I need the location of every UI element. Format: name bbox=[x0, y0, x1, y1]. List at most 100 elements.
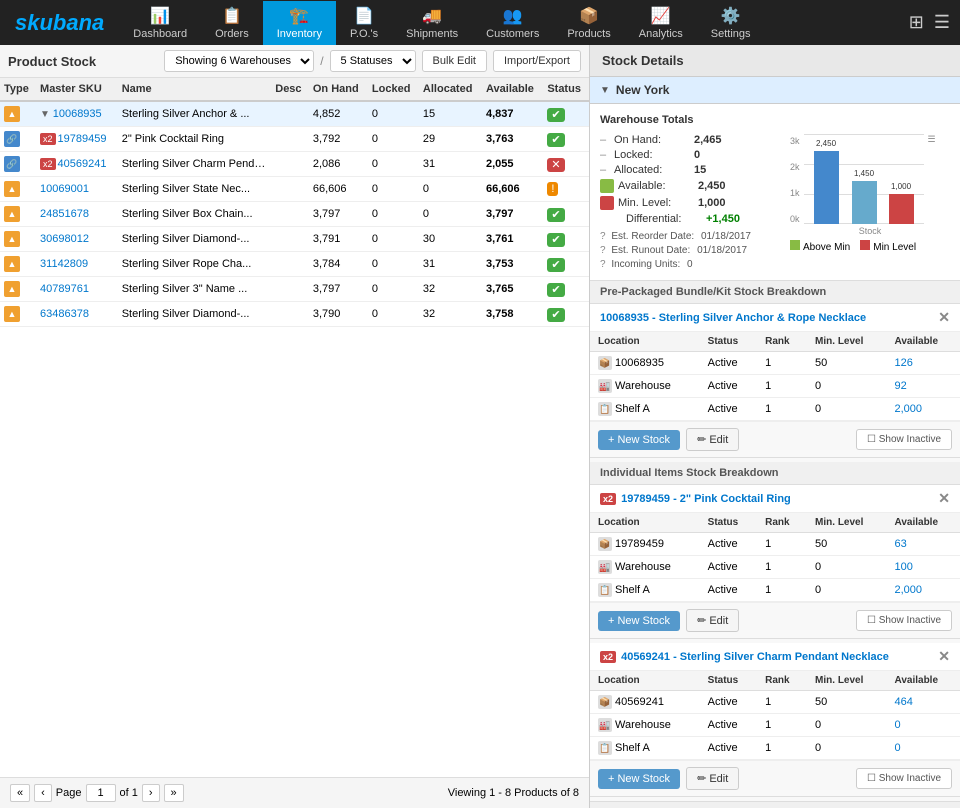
cell-allocated: 32 bbox=[419, 277, 482, 302]
available-link[interactable]: 2,000 bbox=[894, 584, 922, 596]
breakdown-row[interactable]: 📋 Shelf A Active 1 0 2,000 bbox=[590, 398, 960, 421]
breakdown-1-title: Pre-Packaged Bundle/Kit Stock Breakdown bbox=[590, 281, 960, 304]
sku-link[interactable]: 40569241 bbox=[58, 158, 107, 170]
type-icon: 🔗 bbox=[4, 156, 20, 172]
available-link[interactable]: 464 bbox=[894, 696, 912, 708]
nav-customers[interactable]: 👥 Customers bbox=[472, 1, 553, 45]
breakdown-2-table: Location Status Rank Min. Level Availabl… bbox=[590, 513, 960, 602]
legend-above-min: Above Min bbox=[790, 240, 850, 253]
b1-col-minlevel: Min. Level bbox=[807, 332, 886, 352]
breakdown-1-close[interactable]: ✕ bbox=[938, 309, 950, 326]
sku-link[interactable]: 24851678 bbox=[40, 208, 89, 220]
cell-status: ✔ bbox=[543, 127, 589, 152]
sku-link[interactable]: 31142809 bbox=[40, 258, 88, 270]
type-icon: ▲ bbox=[4, 106, 20, 122]
nav-orders[interactable]: 📋 Orders bbox=[201, 1, 263, 45]
available-link[interactable]: 63 bbox=[894, 538, 906, 550]
bulk-edit-button[interactable]: Bulk Edit bbox=[422, 50, 487, 72]
b2-edit-button[interactable]: ✏ Edit bbox=[686, 609, 739, 632]
settings-icon: ⚙️ bbox=[721, 6, 741, 26]
cell-type: ▲ bbox=[0, 101, 36, 127]
page-first[interactable]: « bbox=[10, 784, 30, 802]
bd-cell-available: 126 bbox=[886, 352, 960, 375]
available-link[interactable]: 2,000 bbox=[894, 403, 922, 415]
sku-link[interactable]: 40789761 bbox=[40, 283, 89, 295]
collapsible-header[interactable]: ▶ 3PL bbox=[590, 802, 960, 808]
table-row[interactable]: ▲ 10069001 Sterling Silver State Nec... … bbox=[0, 177, 589, 202]
breakdown-row[interactable]: 📦 40569241 Active 1 50 464 bbox=[590, 691, 960, 714]
grid-icon[interactable]: ⊞ bbox=[909, 12, 924, 33]
cell-type: ▲ bbox=[0, 252, 36, 277]
warehouse-select[interactable]: Showing 6 Warehouses bbox=[164, 50, 314, 72]
bd-cell-available: 92 bbox=[886, 375, 960, 398]
new-york-header[interactable]: ▼ New York bbox=[590, 77, 960, 104]
available-link[interactable]: 92 bbox=[894, 380, 906, 392]
table-row[interactable]: ▲ 30698012 Sterling Silver Diamond-... 3… bbox=[0, 227, 589, 252]
bd-cell-rank: 1 bbox=[757, 398, 807, 421]
cell-type: ▲ bbox=[0, 277, 36, 302]
page-input[interactable] bbox=[86, 784, 116, 802]
available-link[interactable]: 100 bbox=[894, 561, 912, 573]
sku-link[interactable]: 63486378 bbox=[40, 308, 89, 320]
chart-menu-icon[interactable]: ☰ bbox=[928, 134, 936, 145]
available-link[interactable]: 0 bbox=[894, 719, 900, 731]
stat-available: Available: 2,450 bbox=[600, 179, 780, 193]
menu-icon[interactable]: ☰ bbox=[934, 12, 950, 33]
col-status: Status bbox=[543, 78, 589, 101]
available-link[interactable]: 0 bbox=[894, 742, 900, 754]
cell-sku: 30698012 bbox=[36, 227, 118, 252]
sku-link[interactable]: 30698012 bbox=[40, 233, 89, 245]
sku-link[interactable]: 19789459 bbox=[58, 133, 107, 145]
nav-products[interactable]: 📦 Products bbox=[553, 1, 624, 45]
breakdown-row[interactable]: 📋 Shelf A Active 1 0 0 bbox=[590, 737, 960, 760]
expand-arrow[interactable]: ▼ bbox=[40, 109, 53, 120]
table-row[interactable]: ▲ ▼ 10068935 Sterling Silver Anchor & ..… bbox=[0, 101, 589, 127]
nav-analytics[interactable]: 📈 Analytics bbox=[625, 1, 697, 45]
b2-new-stock-button[interactable]: + New Stock bbox=[598, 611, 680, 631]
table-row[interactable]: ▲ 63486378 Sterling Silver Diamond-... 3… bbox=[0, 302, 589, 327]
b3-edit-button[interactable]: ✏ Edit bbox=[686, 767, 739, 790]
page-last[interactable]: » bbox=[164, 784, 184, 802]
nav-inventory[interactable]: 🏗️ Inventory bbox=[263, 1, 336, 45]
cell-desc bbox=[271, 202, 309, 227]
page-prev[interactable]: ‹ bbox=[34, 784, 52, 802]
b3-show-inactive-button[interactable]: ☐ Show Inactive bbox=[856, 768, 952, 789]
breakdown-3-close[interactable]: ✕ bbox=[938, 648, 950, 665]
sku-link[interactable]: 10068935 bbox=[53, 108, 102, 120]
nav-pos[interactable]: 📄 P.O.'s bbox=[336, 1, 392, 45]
status-select[interactable]: 5 Statuses bbox=[330, 50, 416, 72]
table-row[interactable]: ▲ 31142809 Sterling Silver Rope Cha... 3… bbox=[0, 252, 589, 277]
b1-new-stock-button[interactable]: + New Stock bbox=[598, 430, 680, 450]
page-next[interactable]: › bbox=[142, 784, 160, 802]
b1-show-inactive-button[interactable]: ☐ Show Inactive bbox=[856, 429, 952, 450]
breakdown-section-2: Individual Items Stock Breakdown x2 1978… bbox=[590, 462, 960, 639]
cell-status: ! bbox=[543, 177, 589, 202]
location-icon: 🏭 bbox=[598, 560, 612, 574]
col-allocated: Allocated bbox=[419, 78, 482, 101]
breakdown-row[interactable]: 📦 10068935 Active 1 50 126 bbox=[590, 352, 960, 375]
breakdown-2-close[interactable]: ✕ bbox=[938, 490, 950, 507]
nav-settings[interactable]: ⚙️ Settings bbox=[697, 1, 765, 45]
app-logo[interactable]: skubana bbox=[0, 10, 119, 36]
sku-link[interactable]: 10069001 bbox=[40, 183, 89, 195]
bd-cell-rank: 1 bbox=[757, 691, 807, 714]
table-row[interactable]: ▲ 24851678 Sterling Silver Box Chain... … bbox=[0, 202, 589, 227]
table-row[interactable]: 🔗 x240569241 Sterling Silver Charm Penda… bbox=[0, 152, 589, 177]
available-link[interactable]: 126 bbox=[894, 357, 912, 369]
table-row[interactable]: 🔗 x219789459 2" Pink Cocktail Ring 3,792… bbox=[0, 127, 589, 152]
breakdown-row[interactable]: 🏭 Warehouse Active 1 0 92 bbox=[590, 375, 960, 398]
import-export-button[interactable]: Import/Export bbox=[493, 50, 581, 72]
breakdown-row[interactable]: 📋 Shelf A Active 1 0 2,000 bbox=[590, 579, 960, 602]
nav-shipments[interactable]: 🚚 Shipments bbox=[392, 1, 472, 45]
nav-dashboard[interactable]: 📊 Dashboard bbox=[119, 1, 201, 45]
b1-edit-button[interactable]: ✏ Edit bbox=[686, 428, 739, 451]
bd-cell-rank: 1 bbox=[757, 556, 807, 579]
breakdown-3-subtitle: x2 40569241 - Sterling Silver Charm Pend… bbox=[590, 643, 960, 671]
breakdown-row[interactable]: 📦 19789459 Active 1 50 63 bbox=[590, 533, 960, 556]
breakdown-row[interactable]: 🏭 Warehouse Active 1 0 100 bbox=[590, 556, 960, 579]
b3-new-stock-button[interactable]: + New Stock bbox=[598, 769, 680, 789]
b2-show-inactive-button[interactable]: ☐ Show Inactive bbox=[856, 610, 952, 631]
cell-available: 3,758 bbox=[482, 302, 543, 327]
breakdown-row[interactable]: 🏭 Warehouse Active 1 0 0 bbox=[590, 714, 960, 737]
table-row[interactable]: ▲ 40789761 Sterling Silver 3" Name ... 3… bbox=[0, 277, 589, 302]
